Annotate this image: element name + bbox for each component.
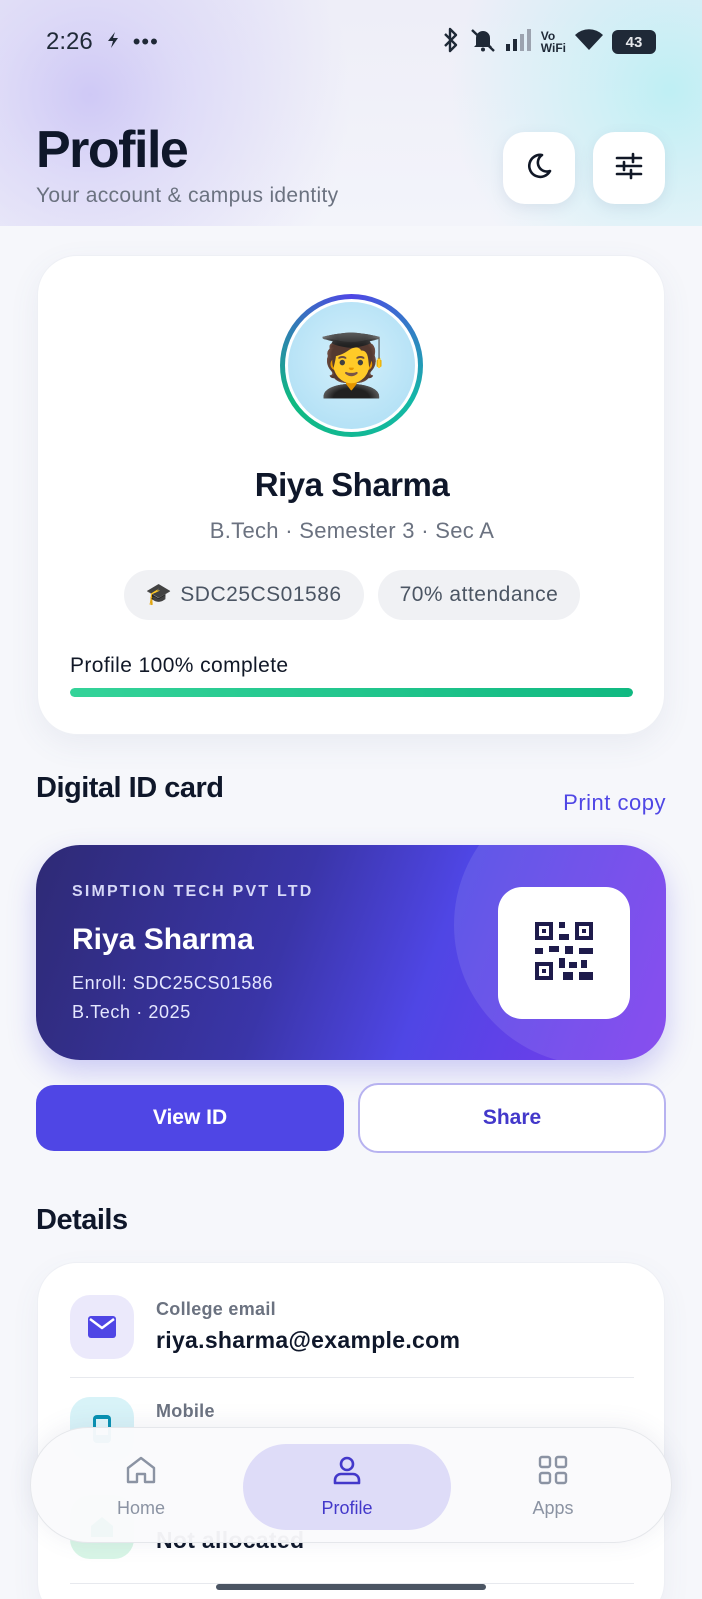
settings-button[interactable] — [593, 132, 665, 204]
profile-card: 🧑‍🎓 Riya Sharma B.Tech · Semester 3 · Se… — [37, 255, 665, 735]
graduation-cap-icon: 🎓 — [145, 583, 173, 606]
print-copy-link[interactable]: Print copy — [563, 790, 666, 816]
nav-item-apps[interactable]: Apps — [449, 1444, 657, 1530]
qr-code[interactable] — [498, 887, 630, 1019]
avatar[interactable]: 🧑‍🎓 — [280, 294, 423, 437]
user-icon — [331, 1455, 363, 1490]
qr-code-icon — [535, 921, 593, 985]
view-id-button[interactable]: View ID — [36, 1085, 344, 1151]
profile-completion-label: Profile 100% complete — [70, 654, 289, 677]
signal-icon — [505, 28, 533, 57]
bluetooth-icon — [441, 27, 461, 58]
status-time: 2:26 — [46, 28, 93, 55]
moon-icon — [525, 152, 553, 185]
nav-item-profile[interactable]: Profile — [243, 1444, 451, 1530]
mute-bell-icon — [469, 27, 497, 58]
id-card-course: B.Tech · 2025 — [72, 1002, 191, 1022]
vowifi-indicator: Vo WiFi — [540, 29, 566, 55]
detail-label: College email — [156, 1299, 276, 1319]
status-bar: 2:26 ••• Vo WiFi 43 — [0, 0, 702, 84]
attendance-chip: 70% attendance — [377, 570, 581, 620]
detail-row-email[interactable]: College email riya.sharma@example.com — [70, 1263, 634, 1363]
flash-icon — [105, 31, 121, 54]
profile-completion-fill — [70, 688, 633, 697]
share-id-button[interactable]: Share — [358, 1083, 666, 1153]
mail-icon — [70, 1295, 134, 1359]
home-icon — [125, 1455, 157, 1490]
theme-toggle-button[interactable] — [503, 132, 575, 204]
detail-value: riya.sharma@example.com — [156, 1327, 461, 1353]
wifi-icon — [574, 28, 604, 57]
battery-indicator: 43 — [612, 30, 656, 54]
digital-id-card[interactable]: SIMPTION TECH PVT LTD Riya Sharma Enroll… — [36, 845, 666, 1060]
student-avatar-icon: 🧑‍🎓 — [288, 302, 415, 429]
detail-label: Mobile — [156, 1401, 215, 1421]
page-subtitle: Your account & campus identity — [36, 184, 339, 207]
more-dots-icon: ••• — [132, 29, 159, 54]
profile-name: Riya Sharma — [254, 466, 450, 503]
id-card-enroll: Enroll: SDC25CS01586 — [72, 973, 274, 993]
page-title: Profile — [36, 121, 189, 179]
bottom-navigation: Home Profile Apps — [30, 1427, 672, 1543]
nav-item-home[interactable]: Home — [37, 1444, 245, 1530]
enrollment-chip: 🎓 SDC25CS01586 — [123, 570, 364, 620]
id-section-title: Digital ID card — [36, 772, 224, 804]
details-section-title: Details — [36, 1204, 128, 1236]
home-indicator[interactable] — [216, 1584, 486, 1590]
id-card-name: Riya Sharma — [72, 923, 254, 956]
profile-program: B.Tech · Semester 3 · Sec A — [209, 518, 495, 543]
id-card-org: SIMPTION TECH PVT LTD — [72, 883, 314, 900]
grid-icon — [538, 1455, 568, 1490]
sliders-icon — [614, 152, 644, 185]
profile-completion-bar — [70, 688, 633, 697]
